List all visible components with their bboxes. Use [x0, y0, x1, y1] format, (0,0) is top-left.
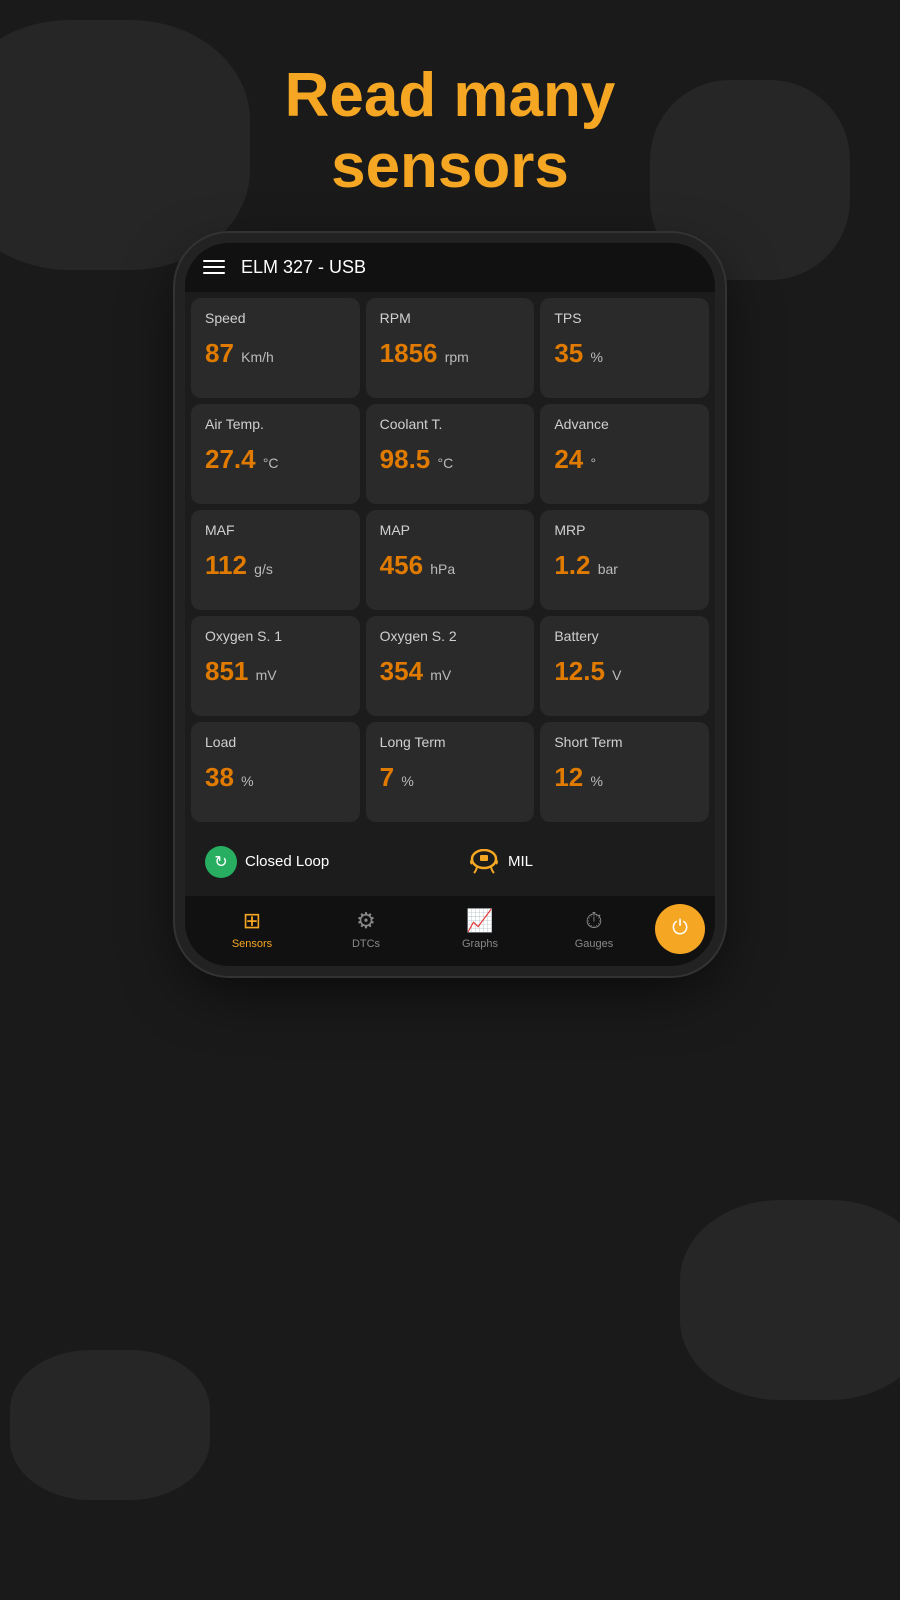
mil-status: MIL [454, 836, 709, 888]
connection-title: ELM 327 - USB [241, 257, 366, 278]
sensor-card-map[interactable]: MAP 456 hPa [366, 510, 535, 610]
sensor-grid: Speed 87 Km/h RPM 1856 rpm TPS 35 % Air Temp. 2… [185, 292, 715, 828]
mil-label: MIL [508, 853, 533, 870]
sensor-card-advance[interactable]: Advance 24 ° [540, 404, 709, 504]
closed-loop-label: Closed Loop [245, 853, 329, 870]
sensor-label: MAF [205, 522, 346, 538]
nav-gauges[interactable]: ⏱ Gauges [537, 908, 651, 950]
sensor-value: 112 g/s [205, 550, 346, 581]
nav-graphs-label: Graphs [462, 938, 498, 950]
sensor-card-oxygen-s--1[interactable]: Oxygen S. 1 851 mV [191, 616, 360, 716]
sensors-icon: ⊞ [243, 908, 261, 934]
sensor-label: Coolant T. [380, 416, 521, 432]
nav-dtcs[interactable]: ⚙ DTCs [309, 908, 423, 950]
sensor-card-battery[interactable]: Battery 12.5 V [540, 616, 709, 716]
sensor-card-mrp[interactable]: MRP 1.2 bar [540, 510, 709, 610]
power-button[interactable]: ⏻ [655, 904, 705, 954]
sensor-card-maf[interactable]: MAF 112 g/s [191, 510, 360, 610]
sensor-value: 38 % [205, 762, 346, 793]
sensor-card-speed[interactable]: Speed 87 Km/h [191, 298, 360, 398]
sensor-label: Oxygen S. 1 [205, 628, 346, 644]
sensor-value: 27.4 °C [205, 444, 346, 475]
gauges-icon: ⏱ [585, 908, 602, 934]
sensor-label: TPS [554, 310, 695, 326]
sensor-value: 12.5 V [554, 656, 695, 687]
sensor-label: Advance [554, 416, 695, 432]
sensor-label: Short Term [554, 734, 695, 750]
page-title: Read many sensors [0, 0, 900, 203]
sensor-card-tps[interactable]: TPS 35 % [540, 298, 709, 398]
sensor-label: MAP [380, 522, 521, 538]
mil-icon [468, 846, 500, 878]
sensor-card-long-term[interactable]: Long Term 7 % [366, 722, 535, 822]
nav-dtcs-label: DTCs [352, 938, 380, 950]
sensor-value: 98.5 °C [380, 444, 521, 475]
closed-loop-status: ↻ Closed Loop [191, 836, 446, 888]
bg-blob-3 [680, 1200, 900, 1400]
sensor-value: 1856 rpm [380, 338, 521, 369]
sensor-card-oxygen-s--2[interactable]: Oxygen S. 2 354 mV [366, 616, 535, 716]
nav-sensors-label: Sensors [232, 938, 272, 950]
sensor-label: Speed [205, 310, 346, 326]
nav-gauges-label: Gauges [575, 938, 614, 950]
sensor-value: 7 % [380, 762, 521, 793]
sensor-value: 12 % [554, 762, 695, 793]
phone-topbar: ELM 327 - USB [185, 243, 715, 292]
sensor-card-load[interactable]: Load 38 % [191, 722, 360, 822]
closed-loop-icon: ↻ [205, 846, 237, 878]
sensor-label: RPM [380, 310, 521, 326]
bg-blob-4 [10, 1350, 210, 1500]
sensor-label: Oxygen S. 2 [380, 628, 521, 644]
nav-graphs[interactable]: 📈 Graphs [423, 908, 537, 950]
phone-device: ELM 327 - USB Speed 87 Km/h RPM 1856 rpm TPS… [185, 243, 715, 966]
sensor-value: 35 % [554, 338, 695, 369]
sensor-value: 24 ° [554, 444, 695, 475]
sensor-card-air-temp-[interactable]: Air Temp. 27.4 °C [191, 404, 360, 504]
sensor-value: 87 Km/h [205, 338, 346, 369]
status-bar: ↻ Closed Loop MIL [185, 828, 715, 896]
dtcs-icon: ⚙ [356, 908, 376, 934]
bottom-nav: ⊞ Sensors ⚙ DTCs 📈 Graphs ⏱ Gauges ⏻ [185, 896, 715, 966]
sensor-label: Battery [554, 628, 695, 644]
sensor-value: 851 mV [205, 656, 346, 687]
sensor-label: Load [205, 734, 346, 750]
sensor-card-rpm[interactable]: RPM 1856 rpm [366, 298, 535, 398]
sensor-value: 1.2 bar [554, 550, 695, 581]
nav-sensors[interactable]: ⊞ Sensors [195, 908, 309, 950]
sensor-label: MRP [554, 522, 695, 538]
sensor-card-coolant-t-[interactable]: Coolant T. 98.5 °C [366, 404, 535, 504]
sensor-value: 354 mV [380, 656, 521, 687]
graphs-icon: 📈 [466, 908, 493, 934]
sensor-label: Air Temp. [205, 416, 346, 432]
sensor-value: 456 hPa [380, 550, 521, 581]
menu-icon[interactable] [203, 260, 225, 274]
sensor-label: Long Term [380, 734, 521, 750]
sensor-card-short-term[interactable]: Short Term 12 % [540, 722, 709, 822]
